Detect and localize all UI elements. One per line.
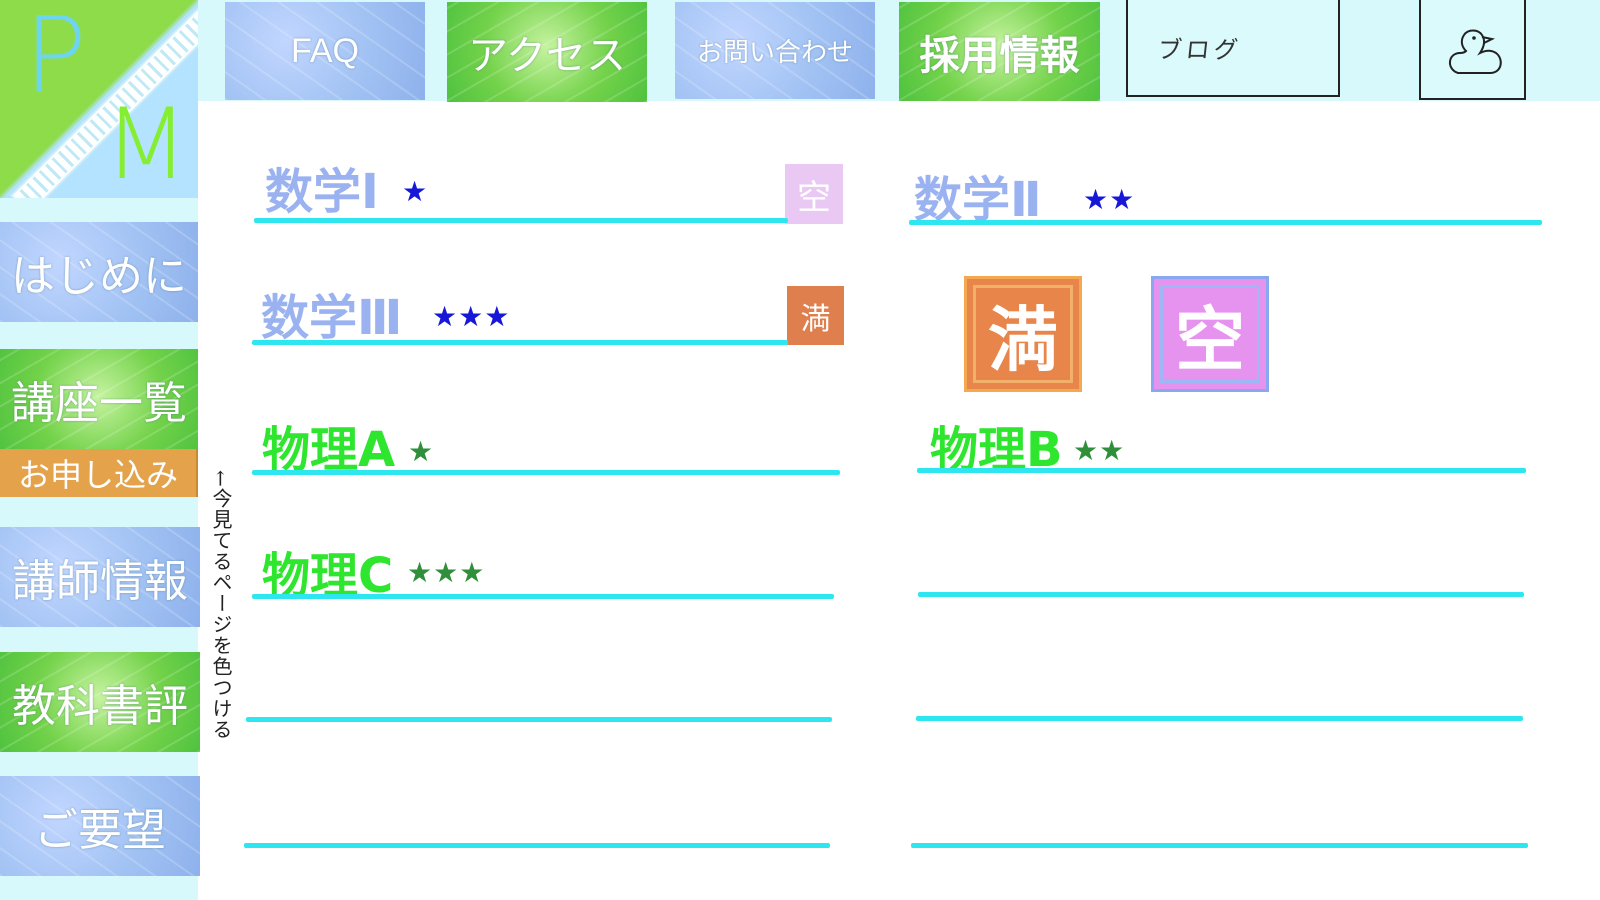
handwritten-note: ←今見てるページを色つける [209, 470, 233, 740]
course-underline-empty [911, 843, 1528, 848]
course-underline [252, 594, 834, 599]
logo-letter-m: M [104, 88, 189, 198]
course-title-math3[interactable]: 数学Ⅲ [261, 278, 402, 348]
course-underline-empty [918, 592, 1524, 597]
duck-icon [1448, 29, 1502, 74]
nav-recruit-button[interactable]: 採用情報 [899, 2, 1100, 101]
blog-label: ブログ [1156, 36, 1244, 64]
sidebar-item-textbook-reviews[interactable]: 教科書評 [0, 652, 200, 752]
sidebar-item-apply[interactable]: お申し込み [0, 449, 198, 497]
nav-contact-button[interactable]: お問い合わせ [675, 2, 875, 99]
course-stars-physics-a: ★ [408, 435, 435, 468]
course-stars-physics-b: ★★ [1073, 434, 1126, 467]
course-underline [917, 468, 1526, 473]
site-logo[interactable]: P M [0, 0, 198, 198]
course-underline-empty [916, 716, 1523, 721]
duck-button[interactable] [1419, 0, 1526, 100]
status-badge-full: 満 [787, 286, 844, 345]
sidebar-item-intro[interactable]: はじめに [0, 222, 198, 322]
nav-access-button[interactable]: アクセス [447, 2, 647, 102]
logo-letter-p: P [24, 0, 87, 116]
status-badge-empty: 空 [785, 164, 843, 224]
course-underline-empty [244, 843, 830, 848]
course-title-math1[interactable]: 数学Ⅰ [265, 152, 379, 222]
course-underline-empty [246, 717, 832, 722]
nav-blog-button[interactable]: ブログ [1126, 0, 1340, 97]
course-stars-math1: ★ [402, 175, 429, 208]
course-stars-physics-c: ★★★ [407, 556, 486, 589]
course-underline [254, 218, 788, 223]
nav-faq-button[interactable]: FAQ [225, 2, 425, 100]
course-stars-math3: ★★★ [432, 300, 511, 333]
sidebar-item-teachers[interactable]: 講師情報 [0, 527, 200, 627]
sidebar-item-requests[interactable]: ご要望 [0, 776, 200, 876]
course-underline [252, 470, 840, 475]
legend-full-badge: 満 [964, 276, 1082, 392]
sidebar-item-course-list[interactable]: 講座一覧 [0, 349, 198, 455]
course-underline [909, 220, 1542, 225]
course-stars-math2: ★★ [1083, 183, 1136, 216]
legend-empty-badge: 空 [1151, 276, 1269, 392]
page: P M FAQ アクセス お問い合わせ 採用情報 ブログ はじめに 講座一覧 お… [0, 0, 1600, 900]
course-underline [252, 340, 788, 345]
